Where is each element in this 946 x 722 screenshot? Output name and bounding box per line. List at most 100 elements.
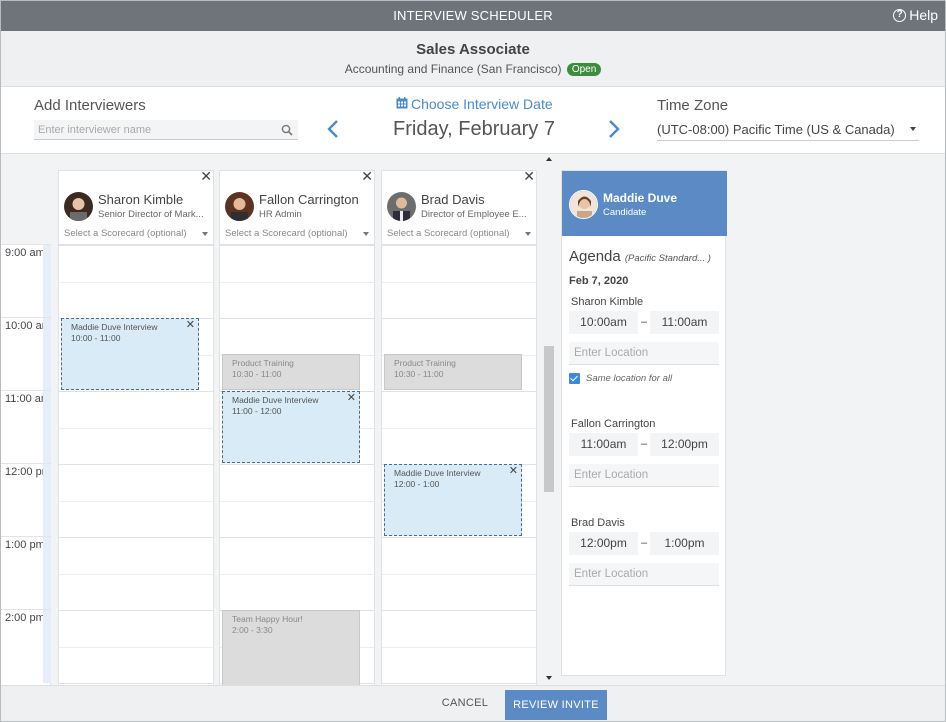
time-label: 1:00 pm [0,536,51,610]
grid-line [59,573,213,575]
choose-date-label: Choose Interview Date [411,96,553,112]
event-title: Team Happy Hour! [232,614,303,624]
start-time-field[interactable]: 12:00pm [569,532,638,555]
interviewer-name: Sharon Kimble [98,192,184,207]
avatar [225,192,254,221]
add-interviewers-label: Add Interviewers [34,97,146,114]
time-zone-value: (UTC-08:00) Pacific Time (US & Canada) [657,122,895,137]
checkbox-icon[interactable] [569,373,580,384]
help-label: Help [909,7,938,23]
avatar [387,192,416,221]
close-icon[interactable]: ✕ [186,320,195,331]
chevron-right-icon[interactable] [608,120,620,143]
time-grid[interactable] [59,244,213,685]
busy-event: Product Training 10:30 - 11:00 [384,354,522,390]
interview-event[interactable]: ✕ Maddie Duve Interview 10:00 - 11:00 [61,318,199,390]
candidate-header: Maddie Duve Candidate [562,171,727,236]
time-label: 10:00 am [0,317,51,391]
interviewer-column-fallon-carrington: ✕ Fallon Carrington HR Admin Select a Sc… [219,169,375,685]
grid-line [382,391,536,392]
start-time-field[interactable]: 11:00am [569,433,638,456]
grid-line [220,464,374,465]
grid-line [382,610,536,611]
grid-line [382,245,536,246]
time-separator: – [641,316,648,328]
same-location-label: Same location for all [586,373,673,384]
interviewer-role: Director of Employee E... [421,209,527,220]
same-location-checkbox[interactable]: Same location for all [569,373,672,384]
grid-line [382,427,536,429]
time-column: 9:00 am 10:00 am 11:00 am 12:00 pm 1:00 … [0,244,51,685]
scroll-up-icon[interactable] [546,157,552,161]
job-department: Accounting and Finance (San Francisco) [344,62,562,76]
time-label: 12:00 pm [0,463,51,537]
interviewer-search-input[interactable] [34,120,274,140]
interview-event[interactable]: ✕ Maddie Duve Interview 11:00 - 12:00 [222,391,360,463]
close-icon[interactable]: ✕ [509,466,518,477]
scroll-down-icon[interactable] [546,676,552,680]
grid-line [59,537,213,538]
chevron-down-icon [202,232,208,236]
scorecard-select[interactable]: Select a Scorecard (optional) [64,228,210,243]
grid-line [382,537,536,538]
job-title: Sales Associate [416,41,530,58]
end-time-field[interactable]: 11:00am [650,311,719,334]
scorecard-select[interactable]: Select a Scorecard (optional) [387,228,533,243]
grid-line [382,646,536,648]
scrollbar-thumb[interactable] [544,346,554,492]
time-zone-label: Time Zone [657,97,729,114]
grid-line [220,500,374,502]
scorecard-placeholder: Select a Scorecard (optional) [225,228,348,239]
location-field[interactable]: Enter Location [569,464,719,487]
close-icon[interactable]: ✕ [347,393,356,404]
time-label: 11:00 am [0,390,51,464]
choose-date-link[interactable]: Choose Interview Date [396,96,553,112]
agenda-timezone: (Pacific Standard... ) [624,253,711,264]
start-time-field[interactable]: 10:00am [569,311,638,334]
scorecard-placeholder: Select a Scorecard (optional) [387,228,510,239]
grid-line [59,391,213,392]
time-label: 9:00 am [0,244,51,318]
end-time-field[interactable]: 1:00pm [650,532,719,555]
end-time-field[interactable]: 12:00pm [650,433,719,456]
location-field[interactable]: Enter Location [569,563,719,586]
event-time: 10:30 - 11:00 [394,369,444,379]
scorecard-select[interactable]: Select a Scorecard (optional) [225,228,371,243]
time-separator: – [641,438,648,450]
grid-line [220,537,374,538]
title-bar: INTERVIEW SCHEDULER ? Help [0,0,946,31]
scorecard-placeholder: Select a Scorecard (optional) [64,228,187,239]
interviewer-column-brad-davis: ✕ Brad Davis Director of Employee E... S… [381,169,537,685]
review-invite-button[interactable]: REVIEW INVITE [505,690,607,720]
help-button[interactable]: ? Help [893,7,938,23]
calendar-scrollbar[interactable] [544,154,555,685]
interviewer-name: Brad Davis [421,192,485,207]
time-zone-select[interactable]: (UTC-08:00) Pacific Time (US & Canada) [657,120,919,141]
footer-bar: CANCEL REVIEW INVITE [0,685,946,722]
grid-line [382,281,536,283]
grid-line [382,683,536,684]
close-icon[interactable]: ✕ [200,169,212,183]
agenda-interviewer: Fallon Carrington [571,418,656,430]
grid-line [220,318,374,319]
calendar-icon [396,96,408,112]
time-label: 2:00 pm [0,609,51,683]
search-icon[interactable] [281,123,293,141]
grid-line [59,683,213,684]
close-icon[interactable]: ✕ [523,169,535,183]
grid-line [382,318,536,319]
agenda-date: Feb 7, 2020 [569,275,629,287]
grid-line [59,500,213,502]
grid-line [59,464,213,465]
interview-event[interactable]: ✕ Maddie Duve Interview 12:00 - 1:00 [384,464,522,536]
chevron-left-icon[interactable] [327,120,339,143]
location-field[interactable]: Enter Location [569,342,719,365]
chevron-down-icon [910,127,916,131]
event-title: Product Training [232,358,294,368]
grid-line [59,281,213,283]
event-title: Maddie Duve Interview [71,322,158,332]
close-icon[interactable]: ✕ [361,169,373,183]
cancel-button[interactable]: CANCEL [430,697,500,709]
help-icon: ? [893,8,907,22]
grid-line [220,281,374,283]
